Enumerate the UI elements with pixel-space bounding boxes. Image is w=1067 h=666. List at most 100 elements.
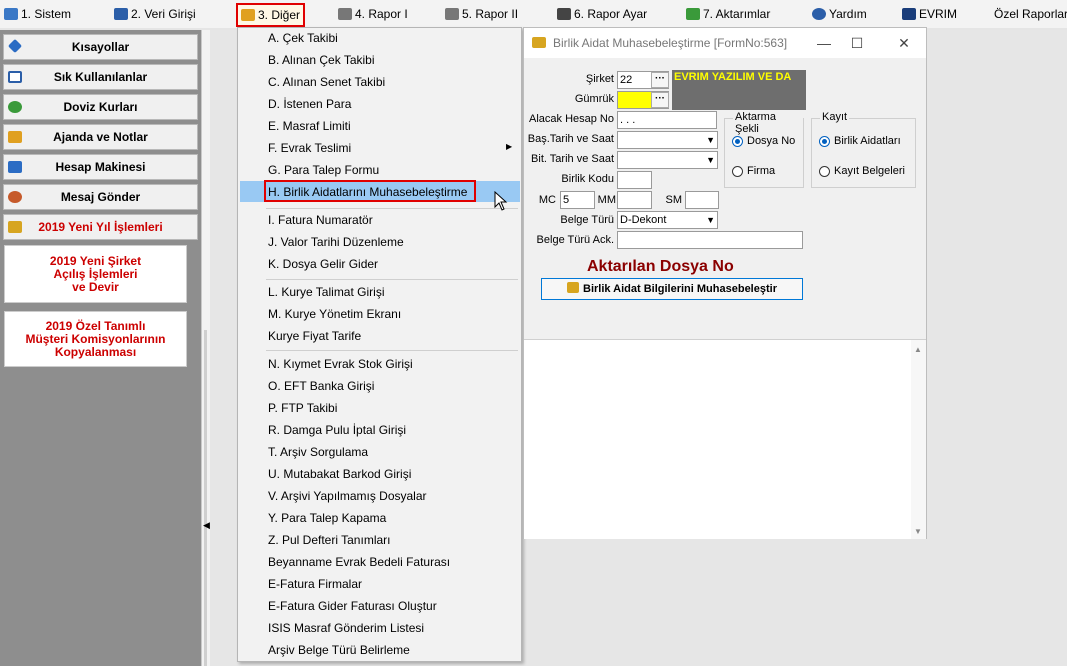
radio-label-kayit-belgeleri[interactable]: Kayıt Belgeleri [834, 165, 905, 177]
menu-item-kurye-fiyat[interactable]: Kurye Fiyat Tarife [268, 326, 361, 346]
aktarma-sekli-title: Aktarma Şekli [733, 111, 803, 135]
menu-item-efatura-firmalar[interactable]: E-Fatura Firmalar [268, 574, 362, 594]
menu-item-arsiv-sorgulama[interactable]: T. Arşiv Sorgulama [268, 442, 368, 462]
sm-input[interactable] [685, 191, 719, 209]
radio-dosya-no[interactable] [732, 136, 743, 147]
kayit-group: Kayıt Birlik Aidatları Kayıt Belgeleri [811, 111, 916, 188]
dropdown-arrow-icon[interactable]: ▼ [706, 152, 715, 168]
sidebar-hesap-makinesi[interactable]: Hesap Makinesi [3, 154, 198, 180]
coins-icon [567, 282, 579, 293]
sidebar-sik-kullanilanlar[interactable]: Sık Kullanılanlar [3, 64, 198, 90]
radio-firma[interactable] [732, 166, 743, 177]
menu-item-valor-tarihi[interactable]: J. Valor Tarihi Düzenleme [268, 232, 404, 252]
menu-bar: 1. Sistem 2. Veri Girişi 3. Diğer 4. Rap… [0, 0, 1067, 28]
menu-item-cek-takibi[interactable]: A. Çek Takibi [268, 28, 338, 48]
new-year-icon [8, 221, 22, 233]
help-icon [812, 8, 826, 20]
menu-aktarimlar[interactable]: 7. Aktarımlar [686, 5, 770, 23]
maximize-button[interactable]: ☐ [842, 32, 872, 54]
muhasebelestir-button[interactable]: Birlik Aidat Bilgilerini Muhasebeleştir [541, 278, 803, 300]
yeni-sirket-acilis-button[interactable]: 2019 Yeni Şirket Açılış İşlemleri ve Dev… [4, 245, 187, 303]
menu-item-para-talep-kapama[interactable]: Y. Para Talep Kapama [268, 508, 386, 528]
menu-item-eft-banka[interactable]: O. EFT Banka Girişi [268, 376, 374, 396]
menu-rapor-2[interactable]: 5. Rapor II [445, 5, 518, 23]
box-line: 2019 Özel Tanımlı [45, 318, 146, 333]
gumruk-lookup-button[interactable]: ··· [651, 92, 669, 108]
mm-input[interactable] [617, 191, 652, 209]
diger-dropdown-menu: A. Çek Takibi B. Alınan Çek Takibi C. Al… [237, 27, 522, 662]
calculator-icon [8, 161, 22, 173]
bas-tarih-input[interactable]: ▼ [617, 131, 718, 149]
scroll-down-icon[interactable]: ▼ [914, 527, 922, 536]
menu-item-mutabakat-barkod[interactable]: U. Mutabakat Barkod Girişi [268, 464, 411, 484]
belge-turu-select[interactable]: D-Dekont ▼ [617, 211, 718, 229]
sidebar-kisayollar[interactable]: Kısayollar [3, 34, 198, 60]
belge-turu-ack-input[interactable] [617, 231, 803, 249]
menu-item-efatura-gider[interactable]: E-Fatura Gider Faturası Oluştur [268, 596, 437, 616]
radio-kayit-belgeleri[interactable] [819, 166, 830, 177]
radio-label-birlik-aidatlari[interactable]: Birlik Aidatları [834, 135, 901, 147]
menu-item-arsiv-belge-turu[interactable]: Arşiv Belge Türü Belirleme [268, 640, 410, 660]
aktarma-sekli-group: Aktarma Şekli Dosya No Firma [724, 111, 804, 188]
menu-item-istenen-para[interactable]: D. İstenen Para [268, 94, 351, 114]
menu-item-dosya-gelir-gider[interactable]: K. Dosya Gelir Gider [268, 254, 378, 274]
currency-icon [8, 101, 22, 113]
sidebar-doviz-kurlari[interactable]: Doviz Kurları [3, 94, 198, 120]
menu-evrim[interactable]: EVRIM [902, 5, 957, 23]
sidebar-ajanda-notlar[interactable]: Ajanda ve Notlar [3, 124, 198, 150]
collapse-arrow-icon[interactable]: ◀ [203, 520, 210, 531]
birlik-kodu-input[interactable] [617, 171, 652, 189]
dropdown-arrow-icon[interactable]: ▼ [706, 132, 715, 148]
radio-birlik-aidatlari[interactable] [819, 136, 830, 147]
menu-veri-girisi[interactable]: 2. Veri Girişi [114, 5, 196, 23]
dropdown-arrow-icon[interactable]: ▼ [706, 212, 715, 228]
radio-label-dosya-no[interactable]: Dosya No [747, 135, 795, 147]
favorites-icon [8, 71, 22, 83]
sirket-lookup-button[interactable]: ··· [651, 72, 669, 88]
menu-item-kurye-yonetim[interactable]: M. Kurye Yönetim Ekranı [268, 304, 401, 324]
window-titlebar[interactable]: Birlik Aidat Muhasebeleştirme [FormNo:56… [524, 28, 926, 58]
close-button[interactable]: ✕ [889, 32, 919, 54]
mc-label: MC [538, 194, 556, 206]
menu-item-alinan-cek[interactable]: B. Alınan Çek Takibi [268, 50, 375, 70]
result-memo[interactable]: ▲ ▼ [524, 339, 926, 539]
menu-rapor-ayar[interactable]: 6. Rapor Ayar [557, 5, 647, 23]
ozel-tanimli-komisyon-button[interactable]: 2019 Özel Tanımlı Müşteri Komisyonlarını… [4, 311, 187, 367]
bit-tarih-input[interactable]: ▼ [617, 151, 718, 169]
menu-item-damga-pulu[interactable]: R. Damga Pulu İptal Girişi [268, 420, 406, 440]
belge-turu-label: Belge Türü [560, 214, 614, 226]
sidebar-yeni-yil-islemleri[interactable]: 2019 Yeni Yıl İşlemleri [3, 214, 198, 240]
menu-item-pul-defteri[interactable]: Z. Pul Defteri Tanımları [268, 530, 390, 550]
data-entry-icon [114, 8, 128, 20]
splitter-handle[interactable] [204, 330, 207, 666]
menu-yardim[interactable]: Yardım [812, 5, 867, 23]
menu-item-para-talep-formu[interactable]: G. Para Talep Formu [268, 160, 379, 180]
menu-item-alinan-senet[interactable]: C. Alınan Senet Takibi [268, 72, 385, 92]
menu-item-evrak-teslimi[interactable]: F. Evrak Teslimi [268, 138, 351, 158]
alacak-hesap-input[interactable]: . . . [617, 111, 717, 129]
scroll-up-icon[interactable]: ▲ [914, 345, 922, 354]
minimize-button[interactable]: — [809, 32, 839, 54]
menu-diger[interactable]: 3. Diğer [236, 3, 306, 27]
menu-sistem[interactable]: 1. Sistem [4, 5, 71, 23]
menu-item-kiymet-evrak[interactable]: N. Kıymet Evrak Stok Girişi [268, 354, 413, 374]
menu-item-isis-masraf[interactable]: ISIS Masraf Gönderim Listesi [268, 618, 424, 638]
menu-item-masraf-limiti[interactable]: E. Masraf Limiti [268, 116, 351, 136]
menu-item-kurye-talimat[interactable]: L. Kurye Talimat Girişi [268, 282, 384, 302]
menu-separator [266, 208, 518, 209]
memo-scrollbar[interactable]: ▲ ▼ [911, 340, 926, 539]
menu-rapor-1[interactable]: 4. Rapor I [338, 5, 408, 23]
menu-item-ftp-takibi[interactable]: P. FTP Takibi [268, 398, 337, 418]
menu-item-arsivi-yapilmamis[interactable]: V. Arşivi Yapılmamış Dosyalar [268, 486, 427, 506]
kayit-title: Kayıt [820, 111, 850, 123]
menu-item-birlik-aidat[interactable]: H. Birlik Aidatlarını Muhasebeleştirme [268, 182, 467, 202]
alacak-hesap-label: Alacak Hesap No [529, 113, 614, 125]
birlik-kodu-label: Birlik Kodu [561, 173, 614, 185]
sidebar-mesaj-gonder[interactable]: Mesaj Gönder [3, 184, 198, 210]
menu-item-fatura-numarator[interactable]: I. Fatura Numaratör [268, 210, 373, 230]
menu-item-beyanname-evrak[interactable]: Beyanname Evrak Bedeli Faturası [268, 552, 450, 572]
radio-label-firma[interactable]: Firma [747, 165, 775, 177]
menu-ozel-raporlar[interactable]: Özel Raporlar [994, 5, 1067, 23]
mc-input[interactable]: 5 [560, 191, 595, 209]
sirket-label: Şirket [585, 73, 614, 85]
